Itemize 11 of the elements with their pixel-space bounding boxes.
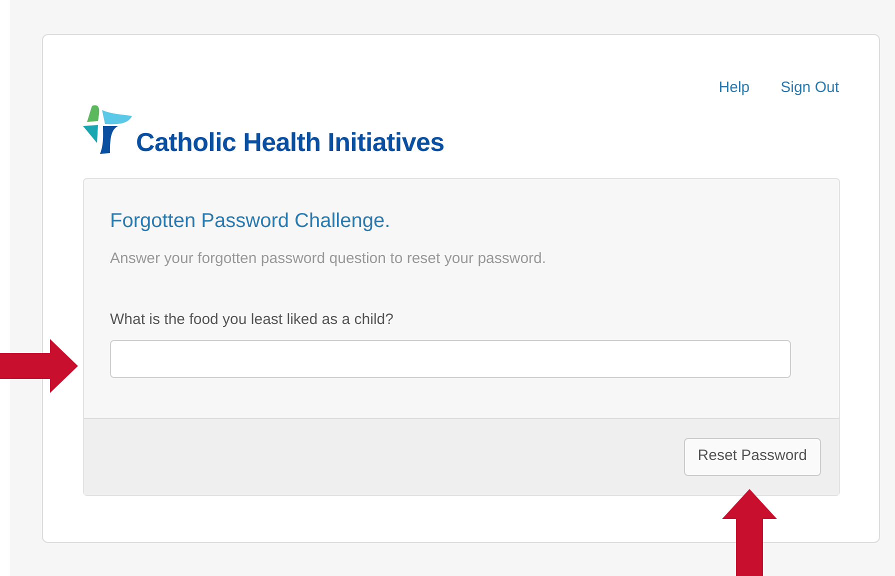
panel-title: Forgotten Password Challenge.	[110, 208, 392, 234]
arrow-right-icon	[0, 339, 78, 393]
header-link[interactable]: Help	[718, 77, 750, 100]
answer-field[interactable]	[110, 340, 791, 378]
panel-subtitle: Answer your forgotten password question to reset your password.	[110, 248, 548, 268]
cross-logo-icon	[83, 104, 133, 156]
header-link[interactable]: Sign Out	[780, 77, 839, 100]
brand-name: Catholic Health Initiatives	[136, 128, 444, 154]
reset-password-button[interactable]: Reset Password	[684, 438, 821, 476]
question-label: What is the food you least liked as a child?	[110, 310, 394, 330]
arrow-up-icon	[722, 489, 777, 576]
